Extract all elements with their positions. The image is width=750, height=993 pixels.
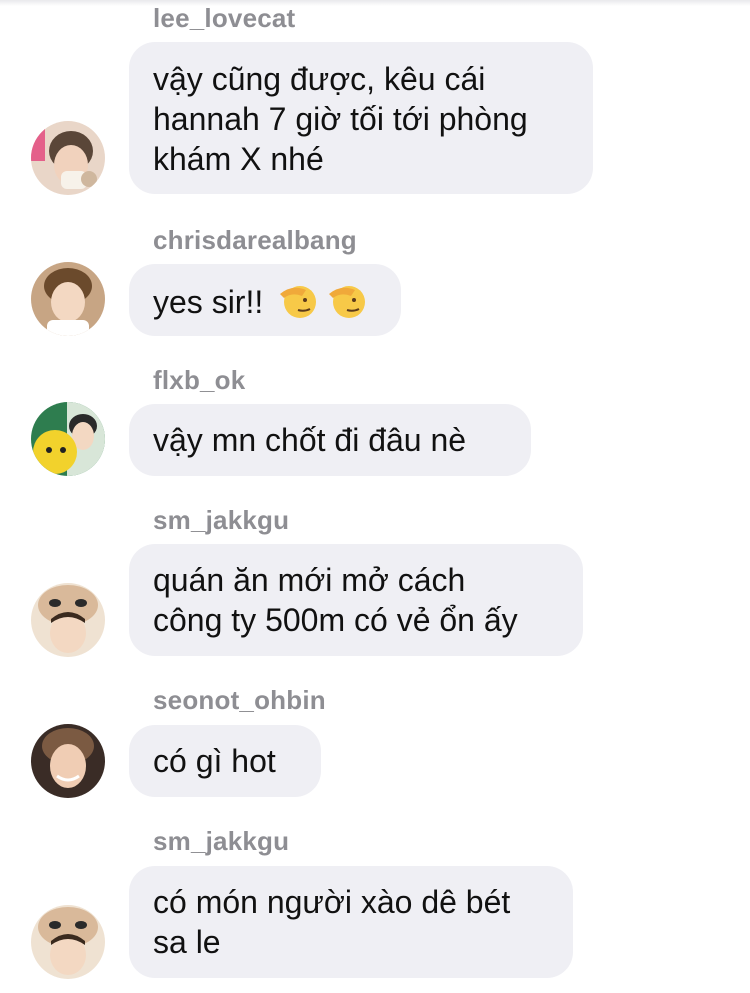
saluting-face-emoji bbox=[278, 280, 318, 329]
sender-username[interactable]: seonot_ohbin bbox=[153, 685, 326, 716]
sender-username[interactable]: sm_jakkgu bbox=[153, 505, 289, 536]
top-edge-shadow bbox=[0, 0, 750, 6]
avatar[interactable] bbox=[31, 583, 105, 657]
saluting-face-emoji bbox=[327, 280, 367, 329]
message-bubble[interactable]: có món người xào dê bét sa le bbox=[129, 866, 573, 978]
sender-username[interactable]: flxb_ok bbox=[153, 365, 245, 396]
sender-username[interactable]: chrisdarealbang bbox=[153, 225, 357, 256]
message-bubble[interactable]: vậy cũng được, kêu cái hannah 7 giờ tối … bbox=[129, 42, 593, 194]
avatar-photo bbox=[31, 583, 105, 657]
avatar[interactable] bbox=[31, 262, 105, 336]
message-text: yes sir!! bbox=[153, 283, 264, 320]
sender-username[interactable]: lee_lovecat bbox=[153, 3, 295, 34]
avatar-photo bbox=[31, 724, 105, 798]
avatar[interactable] bbox=[31, 402, 105, 476]
message-text: vậy mn chốt đi đâu nè bbox=[153, 422, 467, 458]
sender-username[interactable]: sm_jakkgu bbox=[153, 826, 289, 857]
message-text: vậy cũng được, kêu cái hannah 7 giờ tối … bbox=[153, 61, 528, 177]
avatar[interactable] bbox=[31, 121, 105, 195]
avatar-photo bbox=[31, 402, 105, 476]
avatar[interactable] bbox=[31, 724, 105, 798]
avatar-photo bbox=[31, 905, 105, 979]
message-bubble[interactable]: có gì hot bbox=[129, 725, 321, 797]
avatar-photo bbox=[31, 121, 105, 195]
avatar-photo bbox=[31, 262, 105, 336]
message-text: có gì hot bbox=[153, 743, 276, 779]
message-bubble[interactable]: quán ăn mới mở cách công ty 500m có vẻ ổ… bbox=[129, 544, 583, 656]
message-bubble[interactable]: vậy mn chốt đi đâu nè bbox=[129, 404, 531, 476]
message-text: có món người xào dê bét sa le bbox=[153, 884, 511, 960]
message-text: quán ăn mới mở cách công ty 500m có vẻ ổ… bbox=[153, 562, 518, 638]
message-bubble[interactable]: yes sir!! bbox=[129, 264, 401, 336]
avatar[interactable] bbox=[31, 905, 105, 979]
